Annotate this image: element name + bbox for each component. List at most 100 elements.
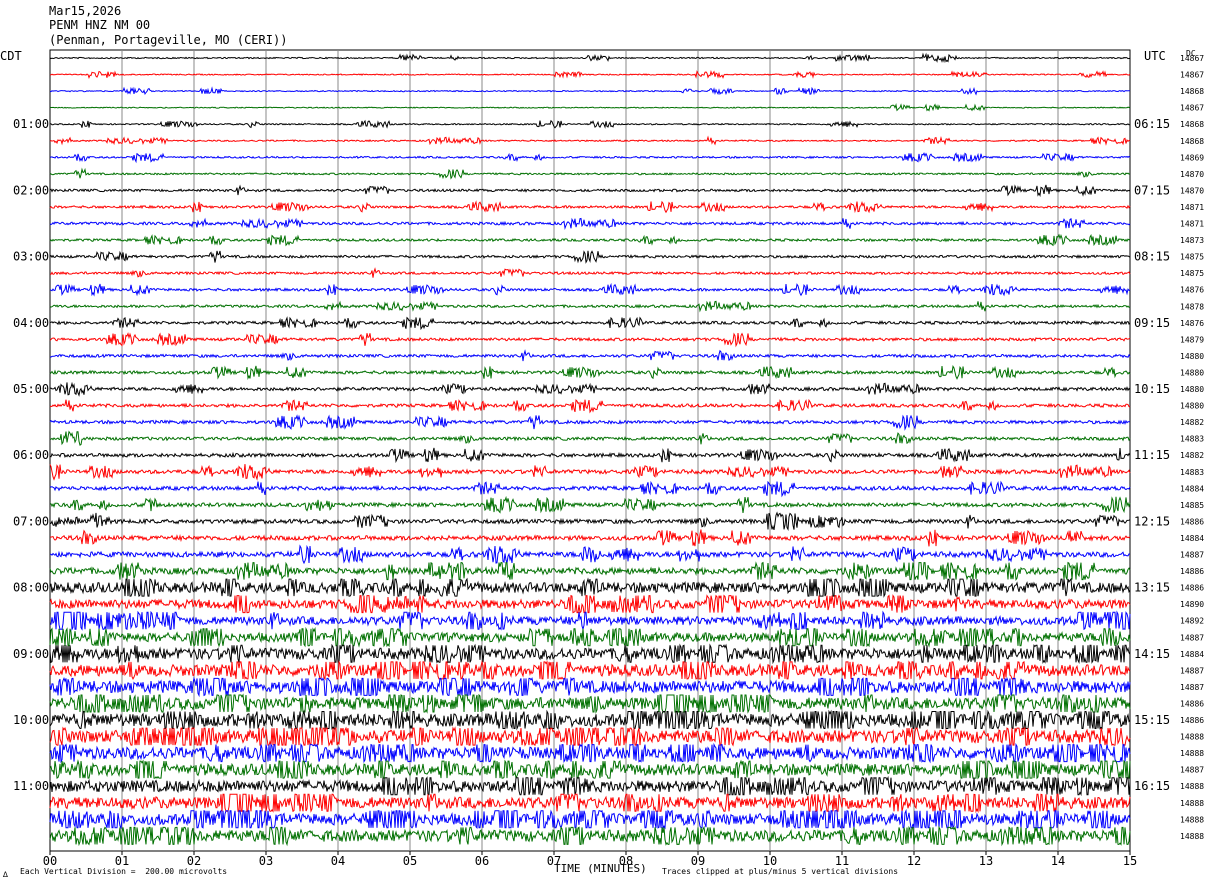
cdt-hour-label: 02:00 [13, 183, 49, 197]
utc-hour-label: 16:15 [1134, 779, 1170, 793]
cdt-hour-label: 05:00 [13, 382, 49, 396]
dc-value-label: 14880 [1180, 352, 1204, 361]
dc-value-label: 14869 [1180, 153, 1204, 162]
dc-value-label: 14888 [1180, 733, 1204, 742]
utc-hour-label: 06:15 [1134, 117, 1170, 131]
utc-hour-label: 13:15 [1134, 581, 1170, 595]
trace-line [49, 86, 1131, 96]
trace-line [49, 316, 1131, 331]
dc-value-label: 14880 [1180, 402, 1204, 411]
dc-value-label: 14880 [1180, 385, 1204, 394]
dc-value-label: 14870 [1180, 170, 1204, 179]
dc-value-label: 14887 [1180, 766, 1204, 775]
trace-line [49, 742, 1131, 764]
dc-value-label: 14875 [1180, 269, 1204, 278]
trace-line [49, 793, 1131, 814]
x-tick-label: 11 [835, 854, 849, 868]
trace-line [49, 398, 1131, 414]
x-tick-label: 02 [187, 854, 201, 868]
dc-value-label: 14886 [1180, 517, 1204, 526]
x-tick-label: 04 [331, 854, 345, 868]
trace-line [49, 167, 1131, 180]
utc-hour-label: 15:15 [1134, 713, 1170, 727]
dc-value-label: 14868 [1180, 87, 1204, 96]
cdt-hour-label: 07:00 [13, 514, 49, 528]
dc-value-label: 14871 [1180, 220, 1204, 229]
trace-line [49, 447, 1131, 464]
x-tick-label: 01 [115, 854, 129, 868]
dc-value-label: 14882 [1180, 451, 1204, 460]
dc-value-label: 14887 [1180, 633, 1204, 642]
trace-line [49, 332, 1131, 348]
dc-value-label: 14879 [1180, 335, 1204, 344]
x-tick-label: 03 [259, 854, 273, 868]
dc-value-label: 14876 [1180, 286, 1204, 295]
dc-offset-labels: 1486714867148681486714868148681486914870… [1180, 54, 1204, 841]
trace-line [49, 184, 1131, 198]
dc-value-label: 14870 [1180, 186, 1204, 195]
utc-time-labels: 06:15 07:15 08:15 09:15 10:15 11:15 12:15 13:15… [1134, 117, 1170, 793]
trace-line [49, 300, 1131, 313]
x-tick-label: 09 [691, 854, 705, 868]
trace-line [49, 808, 1131, 830]
trace-line [49, 480, 1131, 498]
x-tick-label: 12 [907, 854, 921, 868]
dc-value-label: 14885 [1180, 501, 1204, 510]
dc-value-label: 14878 [1180, 302, 1204, 311]
trace-line [49, 282, 1131, 297]
dc-value-label: 14868 [1180, 120, 1204, 129]
dc-value-label: 14883 [1180, 435, 1204, 444]
utc-hour-label: 10:15 [1134, 382, 1170, 396]
trace-line [49, 659, 1131, 681]
seismic-traces [49, 52, 1131, 847]
trace-line [49, 577, 1131, 598]
dc-value-label: 14873 [1180, 236, 1204, 245]
trace-line [49, 759, 1131, 780]
trace-line [50, 267, 1131, 278]
trace-line [49, 430, 1131, 446]
dc-value-label: 14888 [1180, 749, 1204, 758]
dc-value-label: 14887 [1180, 551, 1204, 560]
utc-hour-label: 07:15 [1134, 183, 1170, 197]
cdt-hour-label: 01:00 [13, 117, 49, 131]
trace-line [49, 495, 1131, 514]
dc-value-label: 14888 [1180, 782, 1204, 791]
dc-value-label: 14888 [1180, 799, 1204, 808]
seismogram-chart: 01:00 02:00 03:00 04:00 05:00 06:00 07:00 08:00… [0, 49, 1204, 868]
x-tick-label: 15 [1123, 854, 1137, 868]
utc-hour-label: 08:15 [1134, 250, 1170, 264]
trace-line [49, 511, 1131, 531]
trace-line [49, 775, 1131, 797]
dc-value-label: 14887 [1180, 666, 1204, 675]
dc-value-label: 14871 [1180, 203, 1204, 212]
dc-value-label: 14882 [1180, 418, 1204, 427]
dc-value-label: 14867 [1180, 71, 1204, 80]
dc-value-label: 14886 [1180, 716, 1204, 725]
dc-value-label: 14884 [1180, 534, 1204, 543]
utc-hour-label: 12:15 [1134, 514, 1170, 528]
dc-value-label: 14876 [1180, 319, 1204, 328]
dc-value-label: 14887 [1180, 683, 1204, 692]
x-tick-label: 05 [403, 854, 417, 868]
dc-value-label: 14880 [1180, 368, 1204, 377]
utc-hour-label: 09:15 [1134, 316, 1170, 330]
dc-value-label: 14884 [1180, 484, 1204, 493]
cdt-hour-label: 06:00 [13, 448, 49, 462]
cdt-label: CDT [0, 49, 22, 63]
trace-line [49, 119, 1130, 129]
dc-value-label: 14890 [1180, 600, 1204, 609]
dc-value-label: 14892 [1180, 617, 1204, 626]
clipping-note: Traces clipped at plus/minus 5 vertical … [662, 867, 899, 876]
dc-value-label: 14867 [1180, 104, 1204, 113]
trace-line [49, 561, 1131, 581]
x-axis-title: TIME (MINUTES) [554, 862, 647, 875]
dc-value-label: 14886 [1180, 584, 1204, 593]
trace-line [49, 414, 1130, 431]
trace-line [49, 349, 1131, 362]
trace-line [49, 52, 1131, 64]
trace-line [50, 529, 1131, 547]
x-tick-label: 10 [763, 854, 777, 868]
trace-line [49, 200, 1131, 214]
cdt-hour-label: 04:00 [13, 316, 49, 330]
trace-line [49, 250, 1131, 264]
